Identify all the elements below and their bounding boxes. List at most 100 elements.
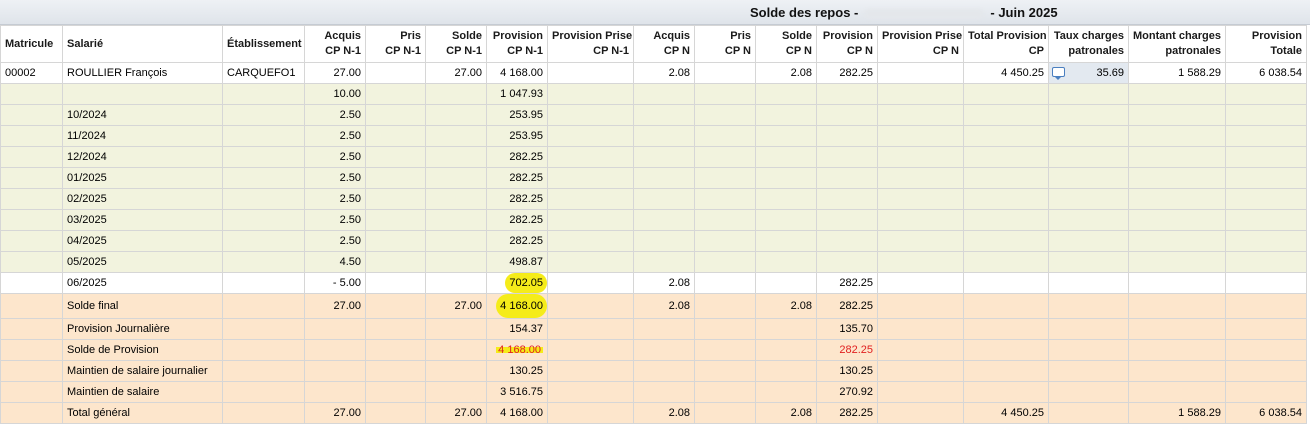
provision-journaliere-row[interactable]: Provision Journalière 154.37 135.70 <box>0 318 1307 340</box>
table-cell[interactable] <box>963 83 1049 105</box>
table-cell[interactable] <box>1225 230 1307 252</box>
col-header-provision-prise-n[interactable]: Provision Prise CP N <box>877 25 964 63</box>
table-cell[interactable] <box>547 104 634 126</box>
table-cell[interactable]: 11/2024 <box>62 125 223 147</box>
table-cell[interactable] <box>0 146 63 168</box>
table-cell[interactable] <box>633 146 695 168</box>
table-cell[interactable] <box>877 272 964 294</box>
table-cell[interactable] <box>1048 318 1129 340</box>
table-cell[interactable]: 498.87 <box>486 251 548 273</box>
table-cell[interactable] <box>963 188 1049 210</box>
table-cell[interactable] <box>1225 251 1307 273</box>
table-cell[interactable] <box>694 104 756 126</box>
table-cell[interactable] <box>1225 360 1307 382</box>
table-cell[interactable] <box>547 167 634 189</box>
table-cell[interactable] <box>755 251 817 273</box>
table-cell[interactable] <box>1048 209 1129 231</box>
table-cell[interactable] <box>694 230 756 252</box>
table-cell[interactable] <box>365 104 426 126</box>
table-cell[interactable] <box>1128 83 1226 105</box>
total-general-row[interactable]: Total général 27.00 27.00 4 168.00 2.08 … <box>0 402 1307 424</box>
table-cell[interactable]: 1 588.29 <box>1128 402 1226 424</box>
table-cell[interactable] <box>0 293 63 319</box>
col-header-provision-n1[interactable]: Provision CP N-1 <box>486 25 548 63</box>
table-cell[interactable] <box>694 146 756 168</box>
table-cell[interactable] <box>633 209 695 231</box>
table-cell[interactable]: 270.92 <box>816 381 878 403</box>
table-cell[interactable] <box>425 209 487 231</box>
table-cell[interactable]: 10.00 <box>304 83 366 105</box>
table-cell[interactable] <box>816 83 878 105</box>
table-cell[interactable] <box>816 209 878 231</box>
table-cell[interactable] <box>694 251 756 273</box>
col-header-provision-prise-n1[interactable]: Provision Prise CP N-1 <box>547 25 634 63</box>
table-cell[interactable]: 27.00 <box>425 402 487 424</box>
table-cell[interactable]: 2.08 <box>633 293 695 319</box>
table-cell[interactable] <box>877 146 964 168</box>
table-cell[interactable] <box>963 318 1049 340</box>
table-cell[interactable] <box>222 360 305 382</box>
table-cell[interactable] <box>1048 251 1129 273</box>
table-cell[interactable] <box>755 146 817 168</box>
table-cell[interactable]: 1 047.93 <box>486 83 548 105</box>
table-cell[interactable] <box>963 230 1049 252</box>
table-cell[interactable] <box>547 230 634 252</box>
history-row[interactable]: 11/2024 2.50 253.95 <box>0 125 1307 147</box>
table-cell[interactable] <box>0 83 63 105</box>
table-cell[interactable] <box>816 251 878 273</box>
table-cell[interactable]: 2.08 <box>755 293 817 319</box>
table-cell[interactable] <box>877 83 964 105</box>
col-header-provision-n[interactable]: Provision CP N <box>816 25 878 63</box>
cell-acquis-n1[interactable]: 27.00 <box>304 62 366 84</box>
table-cell[interactable] <box>877 318 964 340</box>
table-cell[interactable] <box>222 230 305 252</box>
cell-pris-n1[interactable] <box>365 62 426 84</box>
table-cell[interactable] <box>547 272 634 294</box>
table-cell[interactable] <box>816 188 878 210</box>
col-header-etablissement[interactable]: Établissement <box>222 25 305 63</box>
table-cell[interactable] <box>222 318 305 340</box>
table-cell[interactable]: 282.25 <box>486 188 548 210</box>
table-cell[interactable]: 154.37 <box>486 318 548 340</box>
table-cell[interactable] <box>877 339 964 361</box>
table-cell[interactable] <box>547 209 634 231</box>
table-cell[interactable] <box>963 339 1049 361</box>
table-cell[interactable] <box>963 125 1049 147</box>
table-cell[interactable] <box>1225 104 1307 126</box>
table-cell[interactable] <box>1225 146 1307 168</box>
table-cell[interactable] <box>1128 209 1226 231</box>
table-cell[interactable]: 27.00 <box>304 402 366 424</box>
table-cell[interactable] <box>222 167 305 189</box>
table-cell[interactable] <box>425 251 487 273</box>
table-cell[interactable] <box>963 293 1049 319</box>
table-cell[interactable]: 2.50 <box>304 146 366 168</box>
table-cell[interactable] <box>1128 318 1226 340</box>
current-month-row[interactable]: 06/2025 - 5.00 702.05 2.08 282.25 <box>0 272 1307 294</box>
table-cell[interactable] <box>365 251 426 273</box>
table-cell[interactable] <box>365 146 426 168</box>
table-cell[interactable] <box>877 402 964 424</box>
table-cell[interactable] <box>755 272 817 294</box>
table-cell[interactable] <box>963 272 1049 294</box>
table-cell[interactable] <box>222 83 305 105</box>
table-cell[interactable] <box>633 251 695 273</box>
table-cell[interactable]: 282.25 <box>816 293 878 319</box>
table-cell[interactable]: 2.50 <box>304 230 366 252</box>
table-cell[interactable] <box>963 146 1049 168</box>
table-cell[interactable] <box>365 360 426 382</box>
cell-provision-prise-n[interactable] <box>877 62 964 84</box>
history-row[interactable]: 04/2025 2.50 282.25 <box>0 230 1307 252</box>
table-cell[interactable] <box>694 360 756 382</box>
table-cell[interactable] <box>816 104 878 126</box>
history-row[interactable]: 10/2024 2.50 253.95 <box>0 104 1307 126</box>
table-cell[interactable] <box>755 360 817 382</box>
table-cell[interactable]: 4 450.25 <box>963 402 1049 424</box>
table-cell[interactable]: Maintien de salaire <box>62 381 223 403</box>
table-cell[interactable] <box>1128 230 1226 252</box>
highlighted-provision-current[interactable]: 702.05 <box>486 272 548 294</box>
table-cell[interactable] <box>1128 125 1226 147</box>
table-cell[interactable] <box>963 209 1049 231</box>
table-cell[interactable] <box>547 146 634 168</box>
table-cell[interactable] <box>877 230 964 252</box>
table-cell[interactable] <box>1048 230 1129 252</box>
